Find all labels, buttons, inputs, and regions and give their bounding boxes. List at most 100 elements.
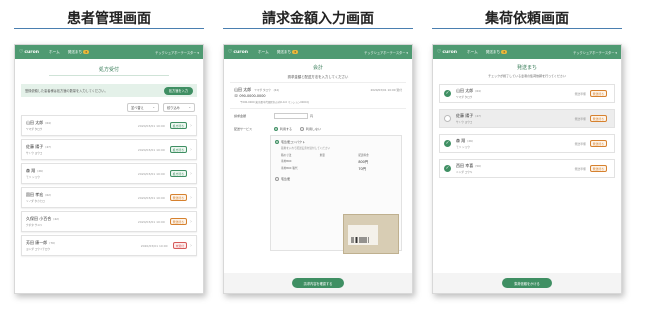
patient-kana: サトウ ヨウコ [26,152,43,155]
package-image [343,214,399,254]
footer-bar: 集荷依頼をかける [433,273,621,293]
enter-prescription-button[interactable]: 処方箋を入力 [163,86,193,95]
patient-age: (26) [467,139,474,143]
patient-info: 芳田 康一郎 (70) ヨシダ コウイチロウ [26,240,55,251]
option-takkyubin[interactable]: 宅急便 [275,177,397,181]
patient-info: 佐藤 陽子 (47) サトウ ヨウコ [456,113,481,124]
patient-row[interactable]: 山田 太郎 (64) ヤマダ タロウ 2020/03/01 10:00 処方待ち › [21,115,197,136]
footer-bar: 請求内容を確認する [224,273,412,293]
shipping-row[interactable]: ✓ 西田 幸喜 (50) ニシダ コウキ 発送準備 発送待ち [439,159,615,178]
patient-age: (50) [475,164,482,168]
patient-name: 森 翔 [26,168,36,173]
request-pickup-button[interactable]: 集荷依頼をかける [502,278,552,288]
status-badge: 発送待ち [169,218,187,225]
patient-age: (64) [475,89,482,93]
shipping-count-badge: 3 [83,49,89,54]
sort-select[interactable]: 並べ替え ⌄ [127,103,159,112]
pickup-request-screen: ♡ curon ホーム 発送まち 3 テックシュアホーテースター ▾ 発送まち チェ… [432,44,622,294]
nav-home[interactable]: ホーム [258,50,269,55]
heart-icon: ♡ [228,49,233,55]
empty-circle-icon[interactable] [444,115,451,122]
app-logo[interactable]: ♡ curon [19,50,39,55]
notice-banner: 登録依頼した患者様は処方箋の数量を入力してください。 処方箋を入力 [21,84,197,97]
heading-divider [14,28,204,29]
patient-name: 芳田 康一郎 [26,240,48,245]
app-logo[interactable]: ♡ curon [228,50,248,55]
check-circle-icon[interactable]: ✓ [444,140,451,147]
delivery-row: 配送サービス 利用する 利用しない [224,123,412,135]
notice-text: 登録依頼した患者様は処方箋の数量を入力してください。 [25,89,108,93]
nav-home[interactable]: ホーム [49,50,60,55]
status-badge: 発送待ち [169,194,187,201]
patient-name: 園田 孝宏 [26,192,44,197]
heart-icon: ♡ [19,49,24,55]
barcode-icon [351,237,369,243]
status-badge: 処方待ち [169,122,187,129]
shipping-row[interactable]: ✓ 山田 太郎 (64) ヤマダ タロウ 発送準備 発送待ち [439,84,615,103]
confirm-billing-button[interactable]: 請求内容を確認する [291,278,345,288]
patient-kana: ヤマダ タロウ [254,89,271,92]
amount-input[interactable] [274,113,308,119]
shipping-fee: 800円 [358,160,369,164]
patient-name: 佐藤 陽子 [456,113,474,118]
heading-divider [432,28,622,29]
shipping-status: 発送準備 [574,91,586,96]
patient-kana: ニシダ コウキ [456,171,473,174]
received-date: 2020/03/01 10:00 [137,123,165,128]
status-badge: 処方待ち [169,170,187,177]
patient-info: 森 翔 (26) モリ ショウ [26,168,43,179]
user-menu[interactable]: テックシュアホーテースター ▾ [155,50,199,55]
patient-kana: ヤマダ タロウ [456,96,473,99]
heading-patient-management: 患者管理画面 [67,11,151,27]
option-compact-desc: 薬剤を入れて配送伝票を貼付してください [281,147,331,150]
received-date: 2020/03/01 10:00 [137,195,165,200]
patient-row[interactable]: 森 翔 (26) モリ ショウ 2020/03/01 10:00 処方待ち › [21,163,197,184]
user-menu[interactable]: テックシュアホーテースター ▾ [573,50,617,55]
delivery-use-radio[interactable]: 利用する [274,127,292,131]
status-badge: 処方待ち [169,146,187,153]
patient-row[interactable]: 芳田 康一郎 (70) ヨシダ コウイチロウ 2020/03/01 10:00 未受付 › [21,235,197,256]
shipping-row[interactable]: ✓ 森 翔 (26) モリ ショウ 発送準備 発送待ち [439,134,615,153]
patient-row[interactable]: 久保田 小百合 (42) クボタ サユリ 2020/03/01 10:00 発送待ち › [21,211,197,232]
radio-on-icon [275,140,279,144]
shipping-status: 発送準備 [574,116,586,121]
patient-kana: ソノダ タカヒロ [26,200,45,203]
patient-age: (42) [53,217,60,221]
shipping-count-badge: 3 [501,49,507,54]
app-header: ♡ curon ホーム 発送まち 3 テックシュアホーテースター ▾ [433,45,621,59]
filter-select[interactable]: 絞り込み ⌄ [163,103,195,112]
nav-shipping[interactable]: 発送まち 3 [277,49,298,55]
filter-row: 並べ替え ⌄ 絞り込み ⌄ [15,101,203,115]
nav-home[interactable]: ホーム [467,50,478,55]
check-circle-icon[interactable]: ✓ [444,90,451,97]
patient-name: 山田 太郎 [26,120,44,125]
received-date: 2020/03/01 10:00 [137,219,165,224]
patient-list: 山田 太郎 (64) ヤマダ タロウ 2020/03/01 10:00 処方待ち › 佐藤 … [15,115,203,256]
shipping-fee-grid: 箱の寸法 重量 配送料金 専用BOX 800円 専用BOX 箱代 70円 [281,153,397,171]
delivery-none-radio[interactable]: 利用しない [300,127,321,131]
patient-row[interactable]: 佐藤 陽子 (47) サトウ ヨウコ 2020/03/01 10:00 処方待ち › [21,139,197,160]
shipping-row[interactable]: 佐藤 陽子 (47) サトウ ヨウコ 発送準備 発送待ち [439,109,615,128]
patient-name: 久保田 小百合 [26,216,52,221]
shipping-status: 発送準備 [574,166,586,171]
billing-instruction: 請求金額と配送方法を入力してください [230,71,406,83]
patient-info: 森 翔 (26) モリ ショウ [456,138,473,149]
chevron-right-icon: › [190,170,192,177]
status-badge: 発送待ち [589,165,607,172]
chevron-right-icon: › [190,194,192,201]
status-badge: 未受付 [172,242,187,249]
chevron-right-icon: › [190,146,192,153]
shipping-options: 宅急便コンパクト 薬剤を入れて配送伝票を貼付してください 箱の寸法 重量 配送料… [270,135,402,254]
nav-shipping[interactable]: 発送まち 3 [486,49,507,55]
check-circle-icon[interactable]: ✓ [444,165,451,172]
patient-row[interactable]: 園田 孝宏 (62) ソノダ タカヒロ 2020/03/01 10:00 発送待ち › [21,187,197,208]
app-logo[interactable]: ♡ curon [437,50,457,55]
option-compact[interactable]: 宅急便コンパクト [275,140,397,144]
patient-summary: 山田 太郎 ヤマダ タロウ (64) 2020/03/01 10:00 受付 [224,83,412,93]
received-date: 2020/03/01 10:00 受付 [370,88,402,92]
nav-shipping[interactable]: 発送まち 3 [68,49,89,55]
patient-age: (64) [45,121,52,125]
chevron-down-icon: ⌄ [152,105,155,109]
heart-icon: ♡ [437,49,442,55]
user-menu[interactable]: テックシュアホーテースター ▾ [364,50,408,55]
